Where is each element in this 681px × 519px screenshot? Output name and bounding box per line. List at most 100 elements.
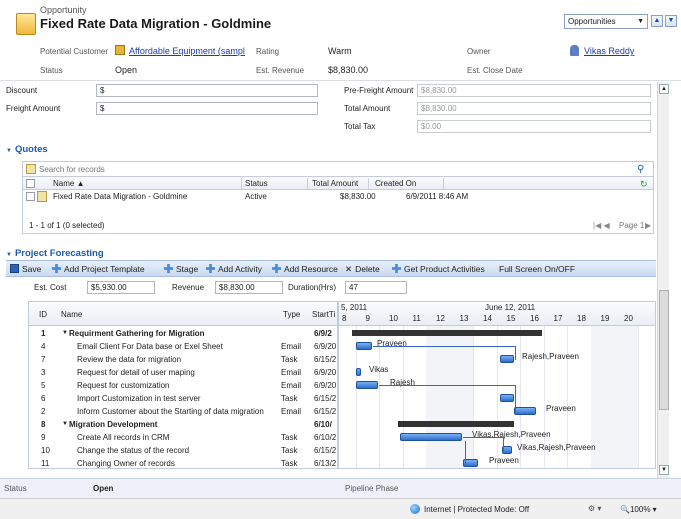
column-header-status[interactable]: Status bbox=[245, 179, 268, 188]
status-value: Open bbox=[115, 65, 138, 75]
gantt-task-bar[interactable] bbox=[514, 407, 536, 415]
row-checkbox[interactable] bbox=[26, 192, 35, 201]
table-row[interactable]: 5 Request for customization Email 6/9/20 bbox=[29, 379, 337, 392]
gantt-resource-label: Praveen bbox=[489, 456, 519, 465]
delete-button[interactable]: ✕ Delete bbox=[345, 264, 380, 275]
quote-name[interactable]: Fixed Rate Data Migration - Goldmine bbox=[53, 192, 187, 201]
est-cost-field[interactable]: $5,930.00 bbox=[87, 281, 155, 294]
table-row[interactable]: 9 Create All records in CRM Task 6/10/2 bbox=[29, 431, 337, 444]
stage-button[interactable]: Stage bbox=[164, 264, 198, 274]
add-icon bbox=[52, 264, 61, 273]
task-name: Migration Development bbox=[69, 420, 158, 429]
table-row[interactable]: 8 ▼ Migration Development 6/10/ bbox=[29, 418, 337, 431]
column-header-created-on[interactable]: Created On bbox=[375, 179, 416, 188]
add-activity-button[interactable]: Add Activity bbox=[206, 264, 262, 274]
task-start: 6/10/ bbox=[314, 420, 332, 429]
gantt-task-bar[interactable] bbox=[356, 368, 361, 376]
get-product-activities-button[interactable]: Get Product Activities bbox=[392, 264, 485, 274]
save-button[interactable]: Save bbox=[10, 264, 41, 274]
next-record-button[interactable]: ▼ bbox=[665, 15, 677, 27]
gantt-dependency-line bbox=[503, 437, 504, 451]
record-set-label: Opportunities bbox=[568, 17, 616, 26]
table-row[interactable]: 2 Inform Customer about the Starting of d… bbox=[29, 405, 337, 418]
table-row[interactable]: 11 Changing Owner of records Task 6/13/2 bbox=[29, 457, 337, 470]
gantt-task-bar[interactable] bbox=[400, 433, 462, 441]
task-id: 10 bbox=[41, 446, 50, 455]
table-row[interactable]: 7 Review the data for migration Task 6/15/2 bbox=[29, 353, 337, 366]
scroll-thumb[interactable] bbox=[659, 290, 669, 410]
column-header-start[interactable]: StartTi bbox=[312, 310, 335, 319]
quote-created-on: 6/9/2011 8:46 AM bbox=[406, 192, 469, 201]
full-screen-toggle[interactable]: Full Screen On/OFF bbox=[499, 264, 575, 274]
task-start: 6/9/2 bbox=[314, 329, 332, 338]
revenue-label: Revenue bbox=[172, 283, 205, 292]
gantt-week-left: 5, 2011 bbox=[341, 303, 368, 312]
quotes-search-input[interactable] bbox=[39, 163, 633, 175]
task-start: 6/13/2 bbox=[314, 459, 337, 468]
pre-freight-field: $8,830.00 bbox=[417, 84, 651, 97]
expand-triangle-icon[interactable]: ▼ bbox=[62, 421, 68, 427]
revenue-field[interactable]: $8,830.00 bbox=[215, 281, 283, 294]
gantt-day-label: 12 bbox=[436, 314, 445, 323]
search-icon[interactable]: ⚲ bbox=[637, 164, 644, 175]
task-grid: ID Name Type StartTi 1 ▼ Requirment Gather… bbox=[28, 301, 338, 469]
table-row[interactable]: 1 ▼ Requirment Gathering for Migration 6/9/… bbox=[29, 327, 337, 340]
column-header-name[interactable]: Name ▲ bbox=[53, 179, 84, 188]
footer-status-label: Status bbox=[4, 484, 27, 493]
next-page-icon[interactable]: ▶ bbox=[645, 221, 651, 230]
discount-field[interactable]: $ bbox=[96, 84, 318, 97]
freight-amount-label: Freight Amount bbox=[6, 104, 61, 113]
table-row[interactable]: 10 Change the status of the record Task 6/1… bbox=[29, 444, 337, 457]
select-all-checkbox[interactable] bbox=[26, 179, 35, 188]
entity-type: Opportunity bbox=[40, 5, 87, 15]
column-header-name[interactable]: Name bbox=[61, 310, 82, 319]
duration-field[interactable]: 47 bbox=[345, 281, 407, 294]
gantt-resource-label: Rajesh,Praveen bbox=[522, 352, 579, 361]
gantt-summary-bar[interactable] bbox=[352, 330, 542, 336]
refresh-icon[interactable]: ↻ bbox=[640, 179, 648, 190]
task-name: Change the status of the record bbox=[77, 446, 190, 455]
collapse-triangle-icon: ▼ bbox=[6, 252, 12, 258]
gantt-task-bar[interactable] bbox=[500, 355, 514, 363]
gantt-task-bar[interactable] bbox=[500, 394, 514, 402]
gantt-day-label: 10 bbox=[389, 314, 398, 323]
first-page-icon[interactable]: |◀ ◀ bbox=[593, 221, 610, 230]
task-id: 7 bbox=[41, 355, 46, 364]
table-row[interactable]: Fixed Rate Data Migration - Goldmine Act… bbox=[23, 190, 653, 204]
est-revenue-label: Est. Revenue bbox=[256, 66, 305, 75]
project-forecasting-header[interactable]: ▼ Project Forecasting bbox=[6, 248, 104, 259]
gantt-summary-bar[interactable] bbox=[398, 421, 514, 427]
column-header-total-amount[interactable]: Total Amount bbox=[312, 179, 358, 188]
quotes-section-header[interactable]: ▼ Quotes bbox=[6, 144, 48, 155]
quotes-grid: ⚲ Name ▲ Status Total Amount Created On … bbox=[22, 161, 654, 234]
owner-link[interactable]: Vikas Reddy bbox=[584, 46, 634, 56]
gantt-task-bar[interactable] bbox=[356, 342, 372, 350]
quotes-header-row: Name ▲ Status Total Amount Created On ↻ bbox=[23, 177, 653, 190]
add-project-template-button[interactable]: Add Project Template bbox=[52, 264, 145, 274]
scroll-down-button[interactable]: ▼ bbox=[659, 465, 669, 475]
gantt-header: 5, 2011 June 12, 2011 8 9 10 11 12 13 14 15 16 17… bbox=[339, 302, 655, 326]
task-start: 6/9/20 bbox=[314, 342, 337, 351]
save-icon bbox=[10, 264, 19, 273]
quotes-search-bar: ⚲ bbox=[23, 162, 653, 177]
opportunity-icon bbox=[16, 13, 36, 35]
table-row[interactable]: 4 Email Client For Data base or Exel Shee… bbox=[29, 340, 337, 353]
column-header-id[interactable]: ID bbox=[39, 310, 47, 319]
pipeline-phase-label: Pipeline Phase bbox=[345, 484, 399, 493]
scroll-up-button[interactable]: ▲ bbox=[659, 84, 669, 94]
pre-freight-label: Pre-Freight Amount bbox=[344, 86, 414, 95]
previous-record-button[interactable]: ▲ bbox=[651, 15, 663, 27]
freight-amount-field[interactable]: $ bbox=[96, 102, 318, 115]
settings-dropdown-icon[interactable]: ⚙ ▾ bbox=[588, 504, 601, 513]
column-header-type[interactable]: Type bbox=[283, 310, 300, 319]
potential-customer-link[interactable]: Affordable Equipment (sampl bbox=[129, 46, 245, 56]
add-resource-button[interactable]: Add Resource bbox=[272, 264, 338, 274]
gantt-dependency-line bbox=[463, 437, 504, 438]
table-row[interactable]: 3 Request for detail of user maping Email 6… bbox=[29, 366, 337, 379]
vertical-scrollbar[interactable]: ▲ ▼ bbox=[657, 82, 669, 478]
zoom-level[interactable]: 🔍100% ▾ bbox=[620, 505, 657, 514]
record-set-select[interactable]: Opportunities ▼ bbox=[564, 14, 648, 29]
expand-triangle-icon[interactable]: ▼ bbox=[62, 330, 68, 336]
table-row[interactable]: 6 Import Customization in test server Task… bbox=[29, 392, 337, 405]
gantt-task-bar[interactable] bbox=[356, 381, 378, 389]
